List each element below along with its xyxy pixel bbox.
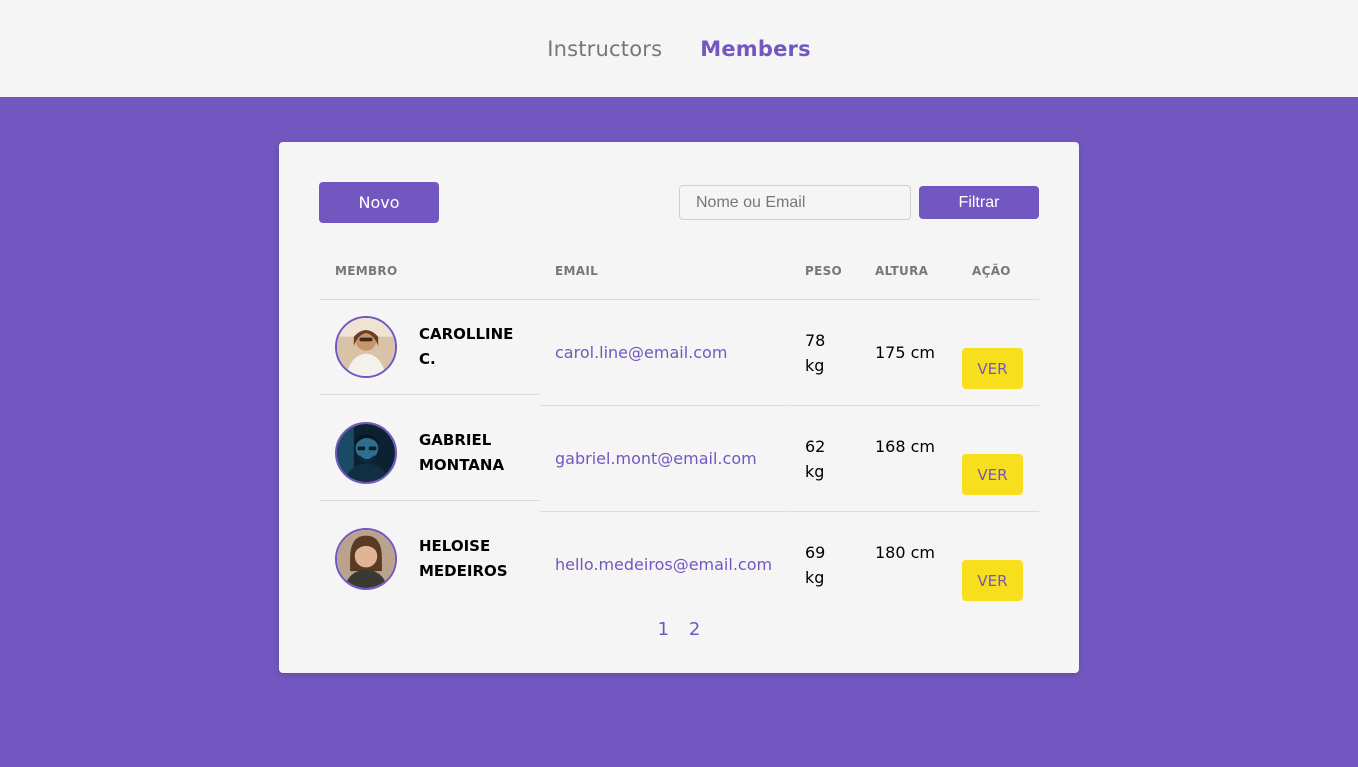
view-member-button[interactable]: VER [962,454,1023,495]
member-email-link[interactable]: gabriel.mont@email.com [555,449,757,468]
member-weight: 62 kg [805,437,826,481]
table-row: CAROLLINE C. carol.line@email.com 78 kg … [319,300,1039,406]
header-member: MEMBRO [335,264,398,278]
member-weight: 69 kg [805,543,826,587]
view-member-button[interactable]: VER [962,348,1023,389]
main-nav: Instructors Members [547,37,811,61]
member-weight: 78 kg [805,331,826,375]
avatar [335,316,397,378]
member-height: 168 cm [875,437,936,456]
table-row: HELOISE MEDEIROS hello.medeiros@email.co… [319,512,1039,618]
member-name: GABRIEL MONTANA [419,431,505,474]
table-row: GABRIEL MONTANA gabriel.mont@email.com 6… [319,406,1039,512]
page-link-1[interactable]: 1 [658,619,669,640]
members-card: Novo Filtrar MEMBRO EMAIL PESO ALTURA AÇ… [279,142,1079,673]
header-email: EMAIL [555,264,599,278]
member-height: 175 cm [875,343,936,362]
member-email-link[interactable]: carol.line@email.com [555,343,727,362]
woman-portrait-photo-icon [337,530,395,588]
nav-members[interactable]: Members [700,37,811,61]
header-weight: PESO [805,264,843,278]
avatar [335,528,397,590]
member-name: HELOISE MEDEIROS [419,537,508,580]
filter-button[interactable]: Filtrar [919,186,1039,219]
header-action: AÇÃO [972,264,1011,278]
header-height: ALTURA [875,264,929,278]
member-name: CAROLLINE C. [419,325,514,368]
top-nav-bar: Instructors Members [0,0,1358,97]
pagination: 1 2 [279,619,1079,640]
member-email-link[interactable]: hello.medeiros@email.com [555,555,772,574]
woman-smiling-photo-icon [337,318,395,376]
view-member-button[interactable]: VER [962,560,1023,601]
new-member-button[interactable]: Novo [319,182,439,223]
page-link-2[interactable]: 2 [689,619,700,640]
man-glasses-blue-photo-icon [337,424,395,482]
nav-instructors[interactable]: Instructors [547,37,662,61]
member-height: 180 cm [875,543,936,562]
search-input[interactable] [679,185,911,220]
avatar [335,422,397,484]
